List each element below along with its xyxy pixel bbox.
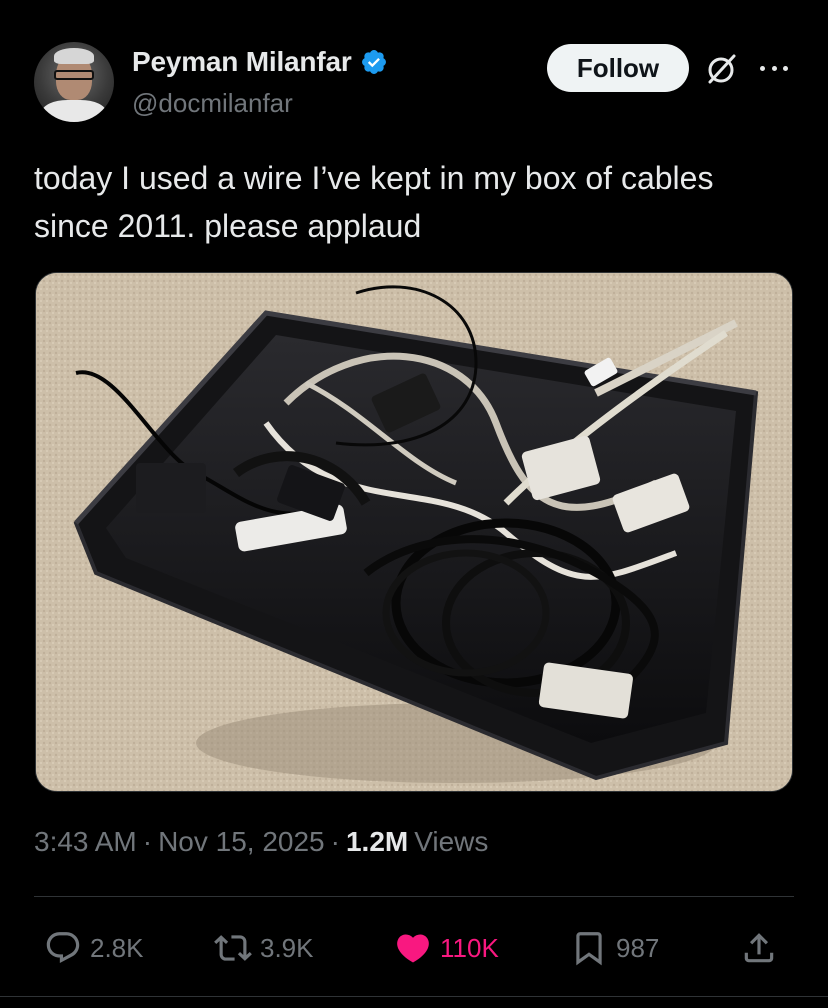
tweet-date[interactable]: Nov 15, 2025 — [158, 826, 325, 858]
divider — [34, 896, 794, 897]
reply-count: 2.8K — [90, 932, 144, 963]
like-button[interactable]: 110K — [394, 920, 499, 976]
repost-button[interactable]: 3.9K — [214, 920, 314, 976]
share-icon — [744, 933, 774, 963]
tweet-text: today I used a wire I’ve kept in my box … — [34, 160, 714, 244]
more-dot — [783, 65, 788, 71]
avatar[interactable] — [34, 42, 114, 122]
avatar-glasses — [54, 70, 94, 80]
tweet-time[interactable]: 3:43 AM — [34, 826, 137, 858]
views-label: Views — [414, 826, 489, 857]
tweet-meta: 3:43 AM · Nov 15, 2025 · 1.2M Views — [34, 826, 488, 858]
heart-icon — [397, 934, 429, 963]
more-dot — [760, 65, 765, 71]
author-handle[interactable]: @docmilanfar — [132, 88, 293, 119]
avatar-shirt — [42, 100, 106, 122]
verified-badge-icon[interactable] — [360, 48, 388, 76]
tweet-header: Peyman Milanfar @docmilanfar Follow — [34, 42, 794, 124]
more-icon[interactable] — [756, 54, 792, 82]
reply-button[interactable]: 2.8K — [44, 920, 144, 976]
action-bar: 2.8K 3.9K 110K 987 — [34, 920, 794, 976]
bookmark-icon — [576, 932, 602, 966]
display-name[interactable]: Peyman Milanfar — [132, 46, 352, 78]
avatar-hair — [54, 48, 94, 64]
like-count: 110K — [440, 932, 499, 963]
reply-icon — [46, 932, 80, 964]
follow-button[interactable]: Follow — [547, 44, 689, 92]
repost-count: 3.9K — [260, 932, 314, 963]
cable-box-photo — [36, 273, 792, 791]
meta-separator: · — [330, 826, 340, 857]
share-button[interactable] — [740, 920, 778, 976]
views-count[interactable]: 1.2M — [346, 826, 408, 858]
name-row: Peyman Milanfar — [132, 46, 388, 78]
grok-icon[interactable] — [704, 52, 738, 86]
bookmark-count: 987 — [616, 932, 660, 963]
more-dot — [771, 65, 777, 71]
tweet-photo[interactable] — [35, 272, 793, 792]
meta-separator: · — [142, 826, 153, 857]
bottom-divider — [0, 996, 828, 997]
repost-icon — [214, 935, 252, 961]
bookmark-button[interactable]: 987 — [570, 920, 659, 976]
